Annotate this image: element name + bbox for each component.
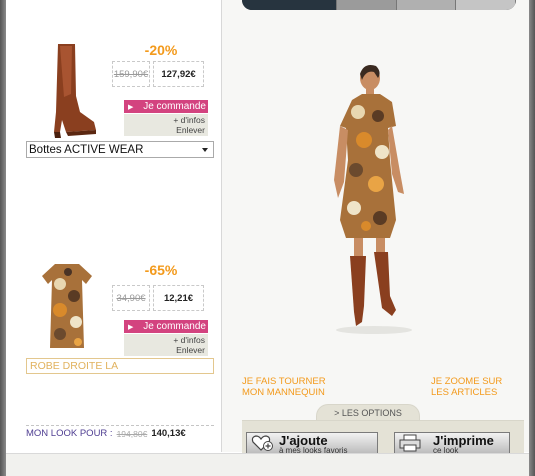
selected-items-panel: -20% 159,90€ 127,92€ ▶ Je commande + d'i… xyxy=(6,0,216,476)
order-button[interactable]: ▶ Je commande xyxy=(124,100,208,113)
print-button[interactable]: J'imprime ce look xyxy=(394,432,510,455)
bottom-strip xyxy=(6,453,529,476)
chevron-down-icon xyxy=(202,148,208,152)
zoom-articles-link[interactable]: JE ZOOME SUR LES ARTICLES xyxy=(431,376,502,398)
price-box: 159,90€ 127,92€ xyxy=(112,61,204,87)
order-button[interactable]: ▶ Je commande xyxy=(124,320,208,333)
mannequin-3d-view[interactable] xyxy=(334,60,426,335)
product-select-value: Bottes ACTIVE WEAR xyxy=(29,143,144,156)
new-price: 12,21€ xyxy=(153,285,204,311)
old-price: 159,90€ xyxy=(112,61,150,87)
dress-image xyxy=(42,264,92,348)
price-box: 34,90€ 12,21€ xyxy=(112,285,204,311)
boots-image xyxy=(54,44,96,138)
old-price: 34,90€ xyxy=(112,285,150,311)
heart-plus-icon xyxy=(251,435,273,451)
remove-link[interactable]: Enlever xyxy=(124,345,205,355)
discount-badge: -20% xyxy=(144,42,178,58)
item-links: + d'infos Enlever xyxy=(124,334,208,356)
play-arrow-icon: ▶ xyxy=(128,103,134,111)
product-select[interactable]: Bottes ACTIVE WEAR xyxy=(26,141,214,158)
product-name-field[interactable]: ROBE DROITE LA xyxy=(26,358,214,374)
look-divider xyxy=(26,425,214,426)
more-info-link[interactable]: + d'infos xyxy=(124,335,205,345)
remove-link[interactable]: Enlever xyxy=(124,125,205,135)
options-tab[interactable]: > LES OPTIONS xyxy=(316,404,420,420)
top-tab-bar[interactable] xyxy=(242,0,516,10)
more-info-link[interactable]: + d'infos xyxy=(124,115,205,125)
dressing-room-frame: -20% 159,90€ 127,92€ ▶ Je commande + d'i… xyxy=(6,0,529,476)
add-favorite-button[interactable]: J'ajoute à mes looks favoris xyxy=(246,432,378,455)
play-arrow-icon: ▶ xyxy=(128,323,134,331)
printer-icon xyxy=(399,434,421,452)
rotate-mannequin-link[interactable]: JE FAIS TOURNER MON MANNEQUIN xyxy=(242,376,326,398)
look-old-total: 194,80€ xyxy=(116,428,148,439)
right-border xyxy=(529,0,535,476)
look-new-total: 140,13€ xyxy=(151,428,186,439)
discount-badge: -65% xyxy=(144,262,178,278)
look-total: MON LOOK POUR : 194,80€ 140,13€ xyxy=(26,428,214,439)
item-links: + d'infos Enlever xyxy=(124,114,208,136)
look-label: MON LOOK POUR : xyxy=(26,428,113,439)
column-divider xyxy=(221,0,222,452)
new-price: 127,92€ xyxy=(153,61,204,87)
